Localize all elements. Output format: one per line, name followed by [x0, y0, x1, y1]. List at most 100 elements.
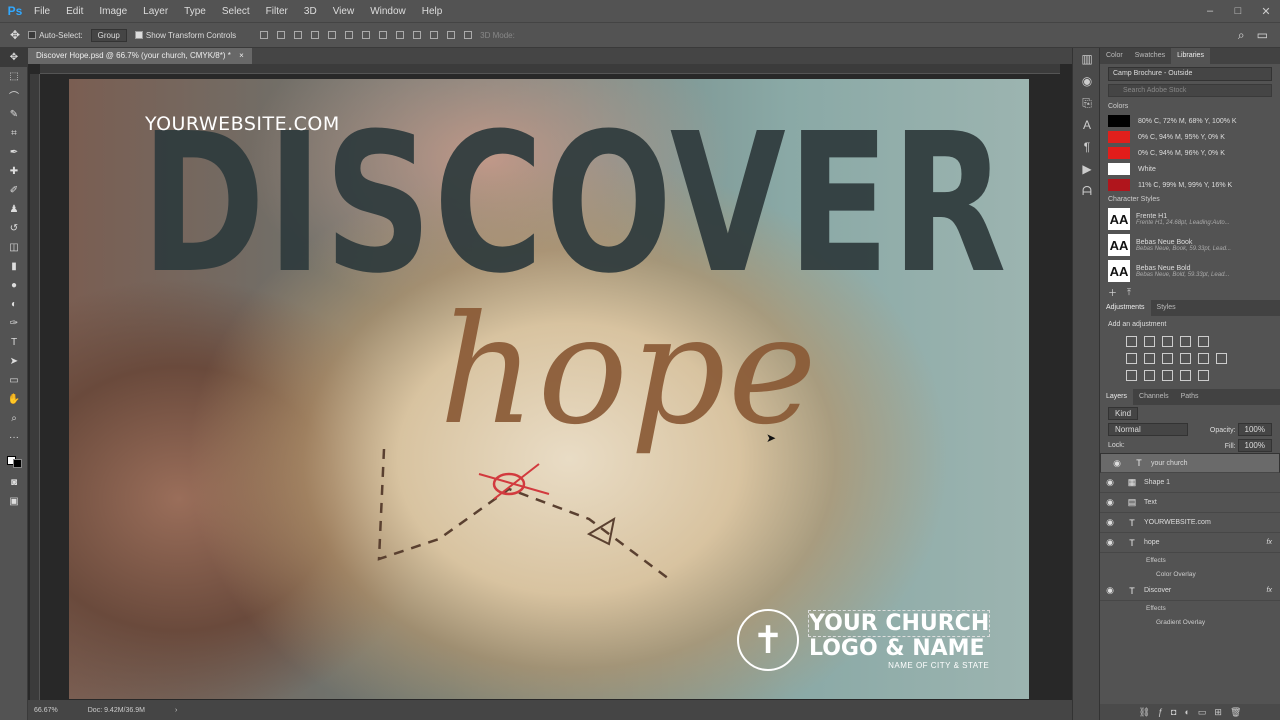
brush-tool-icon[interactable]: ✐	[0, 181, 28, 200]
effects-row[interactable]: Effects	[1100, 553, 1280, 567]
search-icon[interactable]: ⌕	[1238, 28, 1245, 43]
auto-select-dropdown[interactable]: Group	[90, 28, 127, 42]
fx-icon[interactable]: fx	[1267, 539, 1272, 546]
tab-color[interactable]: Color	[1100, 48, 1129, 64]
new-group-icon[interactable]: ▭	[1198, 707, 1207, 718]
zoom-level[interactable]: 66.67%	[34, 707, 58, 714]
invert-icon[interactable]	[1126, 370, 1137, 381]
distribute-middle-icon[interactable]	[379, 31, 388, 39]
distribute-right-icon[interactable]	[447, 31, 456, 39]
selective-color-icon[interactable]	[1198, 370, 1209, 381]
visibility-eye-icon[interactable]: ◉	[1100, 497, 1120, 508]
screen-mode-icon[interactable]: ▣	[0, 492, 28, 511]
add-element-icon[interactable]: ＋	[1108, 286, 1117, 299]
move-tool-icon[interactable]: ✥	[10, 28, 20, 42]
blur-tool-icon[interactable]: ●	[0, 276, 28, 295]
menu-edit[interactable]: Edit	[58, 6, 91, 17]
threshold-icon[interactable]	[1162, 370, 1173, 381]
tab-channels[interactable]: Channels	[1133, 389, 1175, 405]
character-styles-heading[interactable]: Character Styles	[1100, 193, 1280, 206]
character-style-item[interactable]: AA Bebas Neue Book Bebas Neue, Book, 59.33…	[1100, 232, 1280, 258]
tab-swatches[interactable]: Swatches	[1129, 48, 1171, 64]
eraser-tool-icon[interactable]: ◫	[0, 238, 28, 257]
fill-input[interactable]: 100%	[1237, 438, 1272, 452]
add-mask-icon[interactable]: ◘	[1171, 707, 1176, 717]
tab-paths[interactable]: Paths	[1175, 389, 1205, 405]
tab-adjustments[interactable]: Adjustments	[1100, 300, 1151, 316]
align-right-icon[interactable]	[345, 31, 354, 39]
zoom-tool-icon[interactable]: ⌕	[0, 409, 28, 428]
website-text[interactable]: YOURWEBSITE.COM	[145, 113, 340, 135]
align-bottom-icon[interactable]	[294, 31, 303, 39]
move-tool-icon[interactable]: ✥	[0, 48, 28, 67]
menu-help[interactable]: Help	[414, 6, 451, 17]
align-top-icon[interactable]	[260, 31, 269, 39]
libraries-panel-icon[interactable]: ⎘	[1073, 92, 1101, 114]
eyedropper-tool-icon[interactable]: ✒	[0, 143, 28, 162]
channel-mixer-icon[interactable]	[1198, 353, 1209, 364]
glyphs-panel-icon[interactable]: ᗩ	[1073, 180, 1101, 202]
visibility-eye-icon[interactable]: ◉	[1100, 585, 1120, 596]
pen-tool-icon[interactable]: ✑	[0, 314, 28, 333]
levels-icon[interactable]	[1144, 336, 1155, 347]
quick-mask-icon[interactable]: ◙	[0, 473, 28, 492]
layer-row[interactable]: ◉ Thope fx	[1100, 533, 1280, 553]
history-brush-icon[interactable]: ↺	[0, 219, 28, 238]
type-tool-icon[interactable]: T	[0, 333, 28, 352]
opacity-input[interactable]: 100%	[1237, 422, 1272, 436]
library-color[interactable]: 0% C, 94% M, 95% Y, 0% K	[1100, 129, 1280, 145]
tab-libraries[interactable]: Libraries	[1171, 48, 1210, 64]
effect-row[interactable]: Gradient Overlay	[1100, 615, 1280, 629]
layer-name[interactable]: Shape 1	[1144, 479, 1170, 486]
align-center-icon[interactable]	[328, 31, 337, 39]
dodge-tool-icon[interactable]: ◐	[0, 295, 28, 314]
adjustment-layer-icon[interactable]: ◐	[1184, 707, 1189, 717]
menu-view[interactable]: View	[325, 6, 363, 17]
library-dropdown[interactable]: Camp Brochure - Outside	[1108, 67, 1272, 81]
hope-script-text[interactable]: hope	[439, 284, 819, 458]
vibrance-icon[interactable]	[1198, 336, 1209, 347]
photo-filter-icon[interactable]	[1180, 353, 1191, 364]
menu-filter[interactable]: Filter	[258, 6, 296, 17]
layer-name[interactable]: your church	[1151, 460, 1188, 467]
brightness-icon[interactable]	[1126, 336, 1137, 347]
black-white-icon[interactable]	[1162, 353, 1173, 364]
more-tools-icon[interactable]: ···	[0, 428, 28, 447]
posterize-icon[interactable]	[1144, 370, 1155, 381]
visibility-eye-icon[interactable]: ◉	[1100, 517, 1120, 528]
menu-type[interactable]: Type	[176, 6, 214, 17]
stamp-tool-icon[interactable]: ♟	[0, 200, 28, 219]
close-window-icon[interactable]: ✕	[1252, 5, 1280, 18]
marquee-tool-icon[interactable]: ⬚	[0, 67, 28, 86]
link-layers-icon[interactable]: ⛓	[1139, 707, 1150, 718]
church-logo-block[interactable]: ✝ YOUR CHURCH LOGO & NAME NAME OF CITY &…	[737, 609, 991, 671]
quick-select-tool-icon[interactable]: ✎	[0, 105, 28, 124]
align-middle-icon[interactable]	[277, 31, 286, 39]
workspace-icon[interactable]: ▭	[1257, 28, 1268, 43]
color-lookup-icon[interactable]	[1216, 353, 1227, 364]
effect-row[interactable]: Color Overlay	[1100, 567, 1280, 581]
healing-tool-icon[interactable]: ✚	[0, 162, 28, 181]
maximize-icon[interactable]: □	[1224, 5, 1252, 18]
menu-select[interactable]: Select	[214, 6, 258, 17]
upload-icon[interactable]: ⤒	[1127, 287, 1131, 298]
library-color[interactable]: 11% C, 99% M, 99% Y, 16% K	[1100, 177, 1280, 193]
gradient-map-icon[interactable]	[1180, 370, 1191, 381]
tab-layers[interactable]: Layers	[1100, 389, 1134, 405]
distribute-left-icon[interactable]	[413, 31, 422, 39]
close-tab-icon[interactable]: ×	[239, 51, 244, 60]
properties-panel-icon[interactable]: ◉	[1073, 70, 1101, 92]
show-transform-checkbox[interactable]: Show Transform Controls	[134, 31, 236, 40]
curves-icon[interactable]	[1162, 336, 1173, 347]
layer-row[interactable]: ◉ T Discover fx	[1100, 581, 1280, 601]
auto-align-icon[interactable]	[464, 31, 473, 39]
distribute-center-icon[interactable]	[430, 31, 439, 39]
visibility-eye-icon[interactable]: ◉	[1107, 458, 1127, 469]
lasso-tool-icon[interactable]: ⌒	[0, 86, 28, 105]
layer-row[interactable]: ◉ ▦ Shape 1	[1100, 473, 1280, 493]
character-panel-icon[interactable]: A	[1073, 114, 1101, 136]
distribute-bottom-icon[interactable]	[396, 31, 405, 39]
library-color[interactable]: 0% C, 94% M, 96% Y, 0% K	[1100, 145, 1280, 161]
menu-image[interactable]: Image	[91, 6, 135, 17]
layer-kind-dropdown[interactable]: Kind	[1108, 406, 1139, 420]
